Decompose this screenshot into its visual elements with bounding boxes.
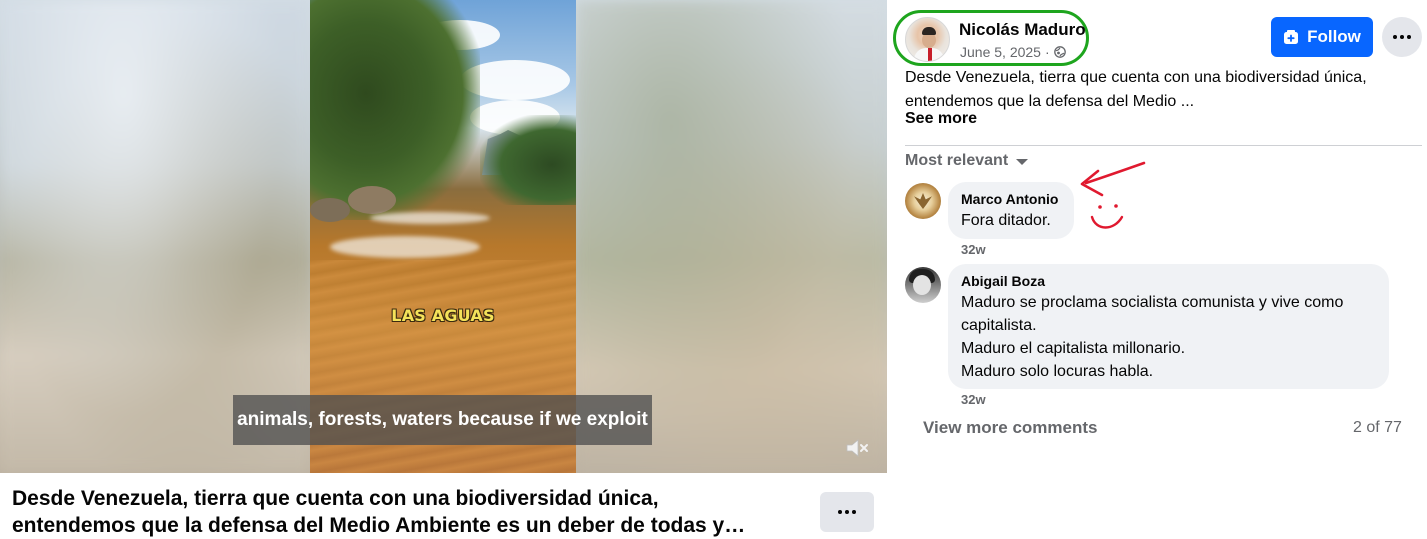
- post-date[interactable]: June 5, 2025: [960, 44, 1041, 60]
- video-player[interactable]: LAS AGUAS animals, forests, waters becau…: [0, 0, 887, 473]
- video-caption: animals, forests, waters because if we e…: [233, 395, 652, 445]
- comment-bubble: Marco Antonio Fora ditador.: [948, 182, 1074, 239]
- post-text-line: Desde Venezuela, tierra que cuenta con u…: [905, 69, 1367, 86]
- video-title-line: Desde Venezuela, tierra que cuenta con u…: [12, 487, 659, 510]
- sort-label: Most relevant: [905, 152, 1009, 169]
- post-text-line: entendemos que la defensa del Medio ...: [905, 93, 1195, 110]
- post-text: Desde Venezuela, tierra que cuenta con u…: [905, 66, 1415, 114]
- comment-timestamp[interactable]: 32w: [961, 392, 986, 407]
- comment-timestamp[interactable]: 32w: [961, 242, 986, 257]
- commenter-name[interactable]: Marco Antonio: [961, 190, 1061, 209]
- river-rapids: [330, 236, 480, 258]
- follow-label: Follow: [1307, 27, 1361, 46]
- follow-button[interactable]: Follow: [1271, 17, 1373, 57]
- see-more-link[interactable]: See more: [905, 110, 977, 128]
- comment-text-line: capitalista.: [961, 317, 1037, 334]
- video-title: Desde Venezuela, tierra que cuenta con u…: [12, 485, 802, 539]
- forest-right: [480, 115, 576, 205]
- river-rock: [310, 198, 350, 222]
- comment-text: Fora ditador.: [961, 212, 1051, 229]
- commenter-avatar[interactable]: [905, 183, 941, 219]
- globe-icon: [1053, 46, 1066, 58]
- video-title-line: entendemos que la defensa del Medio Ambi…: [12, 514, 746, 537]
- river-rock: [348, 186, 396, 214]
- video-overlay-text: LAS AGUAS: [391, 306, 495, 325]
- follow-page-icon: [1284, 30, 1299, 44]
- more-dots-icon: [1393, 35, 1411, 39]
- author-name[interactable]: Nicolás Maduro: [959, 20, 1086, 40]
- comment-text-line: Maduro solo locuras habla.: [961, 363, 1154, 380]
- caret-down-icon: [1016, 159, 1029, 165]
- divider: [905, 145, 1422, 146]
- post-meta: June 5, 2025 ·: [960, 44, 1066, 60]
- video-more-options-button[interactable]: [820, 492, 874, 532]
- commenter-name[interactable]: Abigail Boza: [961, 272, 1376, 291]
- river-rapids: [370, 212, 490, 224]
- post-more-options-button[interactable]: [1382, 17, 1422, 57]
- commenter-avatar[interactable]: [905, 267, 941, 303]
- forest-left: [310, 0, 480, 220]
- more-dots-icon: [838, 510, 856, 514]
- comment-bubble: Abigail Boza Maduro se proclama socialis…: [948, 264, 1389, 389]
- comment-sort-dropdown[interactable]: Most relevant: [905, 152, 1029, 170]
- speaker-muted-icon[interactable]: [844, 436, 870, 460]
- post-side-panel: Nicolás Maduro June 5, 2025 · Follow Des…: [887, 0, 1427, 539]
- meta-separator: ·: [1044, 44, 1050, 60]
- author-avatar[interactable]: [905, 17, 950, 62]
- view-more-comments-link[interactable]: View more comments: [923, 418, 1097, 438]
- red-arrow-smiley-annotation: [1080, 161, 1146, 229]
- facebook-video-post-page: LAS AGUAS animals, forests, waters becau…: [0, 0, 1427, 539]
- comment-text-line: Maduro se proclama socialista comunista …: [961, 294, 1344, 311]
- comment-text-line: Maduro el capitalista millonario.: [961, 340, 1186, 357]
- comment-count: 2 of 77: [1353, 419, 1402, 436]
